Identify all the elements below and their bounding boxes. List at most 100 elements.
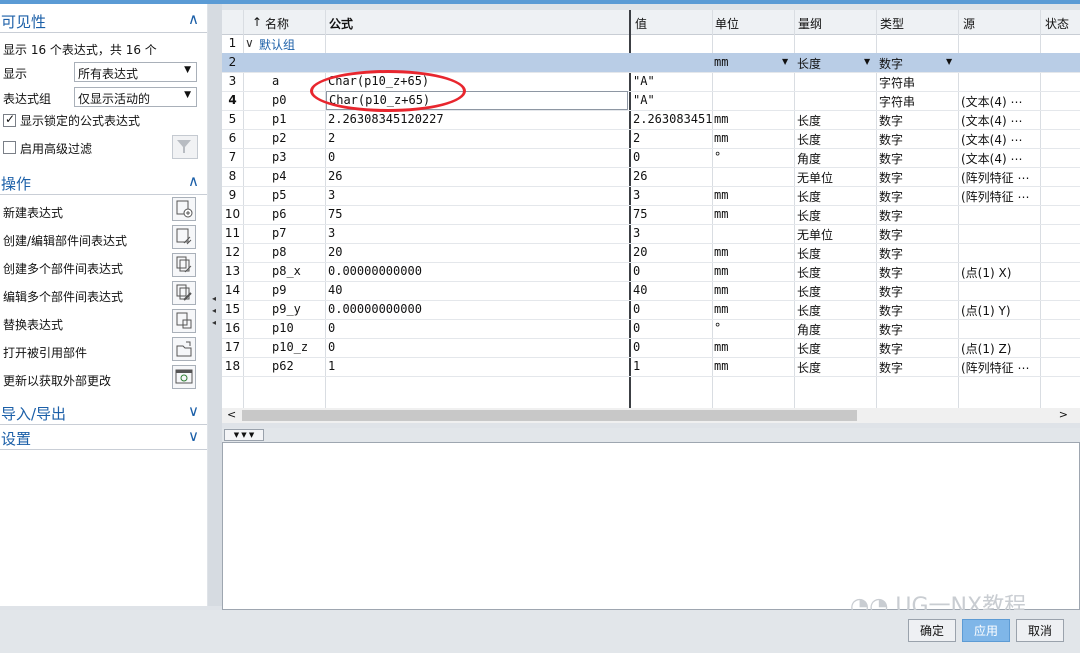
cell-dimension[interactable]: 长度 <box>797 131 821 148</box>
formula-edit-box[interactable]: Char(p10_z+65) <box>326 91 628 110</box>
cell-formula[interactable]: 0 <box>328 340 335 354</box>
cell-unit[interactable]: mm <box>714 264 728 278</box>
apply-button[interactable]: 应用 <box>962 619 1010 642</box>
cell-dimension[interactable]: 无单位 <box>797 226 833 243</box>
table-row[interactable]: 5 p1 2.26308345120227 2.263083451 mm 长度 … <box>222 110 1080 130</box>
op-open-referenced-part[interactable]: 打开被引用部件 <box>3 344 87 361</box>
column-header-dimension[interactable]: 量纲 <box>798 15 822 32</box>
cell-name[interactable]: p8 <box>272 245 286 259</box>
update-external-icon[interactable] <box>172 365 196 389</box>
cell-formula[interactable]: 0.00000000000 <box>328 264 422 278</box>
cell-formula[interactable]: 0 <box>328 150 335 164</box>
advanced-filter-checkbox[interactable] <box>3 141 16 154</box>
new-row-unit[interactable]: mm <box>714 55 728 69</box>
column-header-value[interactable]: 值 <box>635 15 647 32</box>
cell-type[interactable]: 数字 <box>879 169 903 186</box>
cell-unit[interactable]: mm <box>714 207 728 221</box>
cell-formula[interactable]: Char(p10_z+65) <box>328 74 429 88</box>
cell-type[interactable]: 数字 <box>879 302 903 319</box>
cell-type[interactable]: 数字 <box>879 150 903 167</box>
table-row[interactable]: 7 p3 0 0 ° 角度 数字 (文本(4) ⋯ <box>222 148 1080 168</box>
column-header-unit[interactable]: 单位 <box>715 15 739 32</box>
interpart-expression-icon[interactable] <box>172 225 196 249</box>
cell-unit[interactable]: mm <box>714 302 728 316</box>
op-interpart-expression[interactable]: 创建/编辑部件间表达式 <box>3 232 127 249</box>
cell-formula[interactable]: 40 <box>328 283 342 297</box>
cell-dimension[interactable]: 角度 <box>797 321 821 338</box>
column-header-type[interactable]: 类型 <box>880 15 904 32</box>
cell-formula[interactable]: Char(p10_z+65) <box>329 93 430 107</box>
scroll-right-icon[interactable]: > <box>1059 408 1068 421</box>
table-row[interactable]: 14 p9 40 40 mm 长度 数字 <box>222 281 1080 301</box>
group-select[interactable]: 仅显示活动的 ▼ <box>74 87 197 107</box>
chevron-down-icon[interactable]: ▼ <box>782 57 788 66</box>
cell-dimension[interactable]: 角度 <box>797 150 821 167</box>
cell-unit[interactable]: mm <box>714 245 728 259</box>
visibility-section-header[interactable]: 可见性 ∧ <box>0 8 207 33</box>
cell-formula[interactable]: 3 <box>328 226 335 240</box>
op-create-multi-interpart[interactable]: 创建多个部件间表达式 <box>3 260 123 277</box>
column-header-source[interactable]: 源 <box>963 15 975 32</box>
settings-section-header[interactable]: 设置 ∨ <box>0 425 207 450</box>
open-referenced-part-icon[interactable] <box>172 337 196 361</box>
cell-formula[interactable]: 1 <box>328 359 335 373</box>
cell-name[interactable]: p10 <box>272 321 294 335</box>
cell-name[interactable]: p10_z <box>272 340 308 354</box>
chevron-down-icon[interactable]: ▼ <box>864 57 870 66</box>
cell-unit[interactable]: mm <box>714 283 728 297</box>
multi-interpart-icon[interactable] <box>172 253 196 277</box>
show-locked-checkbox[interactable]: ✓ <box>3 112 16 127</box>
cell-unit[interactable]: mm <box>714 188 728 202</box>
ok-button[interactable]: 确定 <box>908 619 956 642</box>
cell-name[interactable]: p3 <box>272 150 286 164</box>
table-row[interactable]: 10 p6 75 75 mm 长度 数字 <box>222 205 1080 225</box>
cell-dimension[interactable]: 长度 <box>797 245 821 262</box>
new-row-type[interactable]: 数字 <box>879 55 903 72</box>
op-edit-multi-interpart[interactable]: 编辑多个部件间表达式 <box>3 288 123 305</box>
cell-unit[interactable]: mm <box>714 131 728 145</box>
new-expression-icon[interactable] <box>172 197 196 221</box>
cell-dimension[interactable]: 长度 <box>797 283 821 300</box>
table-row[interactable]: 4 p0 Char(p10_z+65) "A" 字符串 (文本(4) ⋯ <box>222 91 1080 111</box>
cell-unit[interactable]: mm <box>714 359 728 373</box>
cell-name[interactable]: p6 <box>272 207 286 221</box>
table-row[interactable]: 6 p2 2 2 mm 长度 数字 (文本(4) ⋯ <box>222 129 1080 149</box>
cell-type[interactable]: 字符串 <box>879 74 915 91</box>
cell-type[interactable]: 数字 <box>879 321 903 338</box>
table-row[interactable]: 9 p5 3 3 mm 长度 数字 (阵列特征 ⋯ <box>222 186 1080 206</box>
table-row[interactable]: 11 p7 3 3 无单位 数字 <box>222 224 1080 244</box>
panel-splitter[interactable]: ◂ ◂ ◂ <box>208 4 222 606</box>
chevron-down-icon[interactable]: ▼ <box>946 57 952 66</box>
cell-formula[interactable]: 2 <box>328 131 335 145</box>
cell-name[interactable]: p4 <box>272 169 286 183</box>
cell-dimension[interactable]: 长度 <box>797 112 821 129</box>
op-update-external[interactable]: 更新以获取外部更改 <box>3 372 111 389</box>
cell-name[interactable]: p7 <box>272 226 286 240</box>
scrollbar-thumb[interactable] <box>242 410 857 421</box>
cell-name[interactable]: p5 <box>272 188 286 202</box>
column-header-status[interactable]: 状态 <box>1045 15 1069 32</box>
op-new-expression[interactable]: 新建表达式 <box>3 204 63 221</box>
cell-type[interactable]: 数字 <box>879 112 903 129</box>
edit-multi-interpart-icon[interactable] <box>172 281 196 305</box>
cell-type[interactable]: 数字 <box>879 207 903 224</box>
cell-dimension[interactable]: 长度 <box>797 340 821 357</box>
cell-name[interactable]: p9_y <box>272 302 301 316</box>
cell-dimension[interactable]: 长度 <box>797 188 821 205</box>
display-select[interactable]: 所有表达式 ▼ <box>74 62 197 82</box>
cell-formula[interactable]: 20 <box>328 245 342 259</box>
column-header-formula[interactable]: 公式 <box>329 15 353 32</box>
table-row[interactable]: 13 p8_x 0.00000000000 0 mm 长度 数字 (点(1) X… <box>222 262 1080 282</box>
cell-type[interactable]: 数字 <box>879 283 903 300</box>
chevron-up-icon[interactable]: ∧ <box>188 172 199 190</box>
expand-chevron-icon[interactable]: ∨ <box>245 36 254 50</box>
collapse-left-icon[interactable]: ◂ <box>212 294 216 303</box>
table-row[interactable]: 3 a Char(p10_z+65) "A" 字符串 <box>222 72 1080 92</box>
op-replace-expression[interactable]: 替换表达式 <box>3 316 63 333</box>
cell-type[interactable]: 数字 <box>879 245 903 262</box>
new-expression-row[interactable]: 2 mm ▼ 长度 ▼ 数字 ▼ <box>222 53 1080 73</box>
cell-name[interactable]: p0 <box>272 93 286 107</box>
scroll-left-icon[interactable]: < <box>227 408 236 421</box>
horizontal-scrollbar[interactable]: < > <box>222 408 1080 423</box>
cell-formula[interactable]: 26 <box>328 169 342 183</box>
